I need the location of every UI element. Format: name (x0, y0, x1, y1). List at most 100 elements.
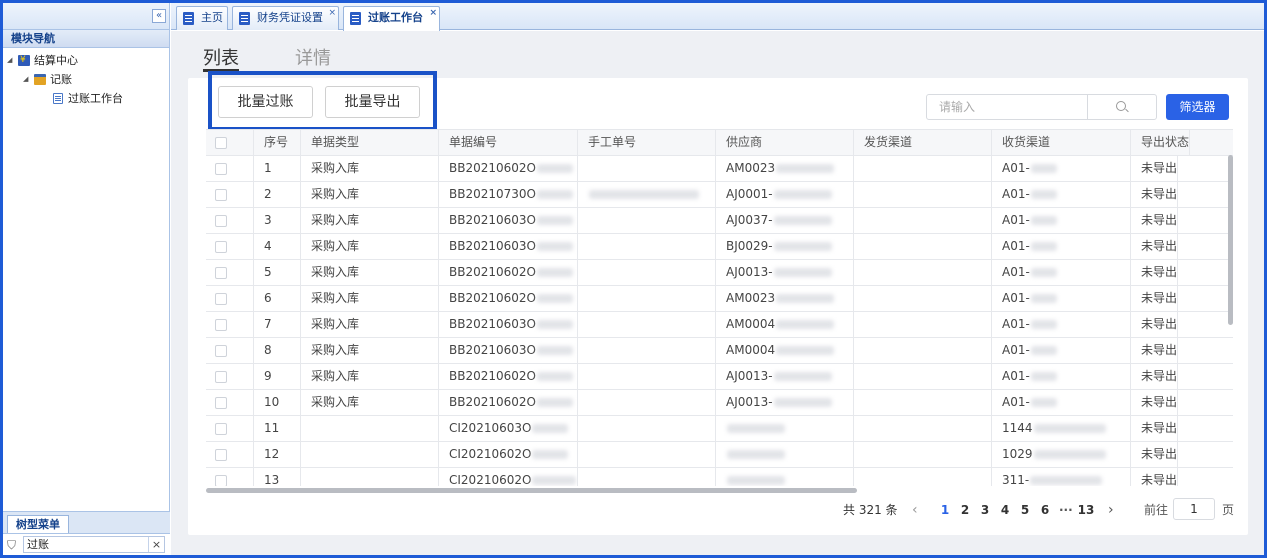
page-number[interactable]: 13 (1076, 500, 1096, 520)
filter-button[interactable]: 筛选器 (1166, 94, 1229, 120)
next-page-icon[interactable]: › (1108, 500, 1114, 520)
page-ellipsis[interactable]: ··· (1059, 500, 1073, 520)
table-row[interactable]: 11 CI20210603O 1144 未导出 (206, 416, 1233, 442)
tree-menu-tab[interactable]: 树型菜单 (7, 515, 69, 534)
cell-text: AJ0001- (726, 187, 773, 201)
document-icon (350, 12, 361, 25)
tab-voucher-settings[interactable]: 财务凭证设置 × (232, 6, 339, 30)
table-row[interactable]: 4 采购入库 BB20210603O BJ0029- A01- 未导出 (206, 234, 1233, 260)
tree-item-settlement-center[interactable]: ◢ 结算中心 (3, 51, 169, 70)
clear-filter-icon[interactable]: × (148, 537, 164, 552)
column-header[interactable]: 单据类型 (301, 130, 439, 156)
cell-text: A01- (1002, 369, 1030, 383)
row-checkbox[interactable] (215, 215, 227, 227)
cell-text: BB20210602O (449, 161, 536, 175)
document-icon (53, 93, 63, 104)
column-header[interactable]: 发货渠道 (854, 130, 992, 156)
search-input[interactable] (927, 95, 1087, 119)
tab-home[interactable]: 主页 (176, 6, 228, 30)
cell-text: 采购入库 (311, 291, 360, 305)
redacted-value (589, 190, 699, 199)
row-checkbox[interactable] (215, 293, 227, 305)
redacted-value (773, 190, 832, 199)
column-header[interactable]: 手工单号 (578, 130, 716, 156)
prev-page-icon[interactable]: ‹ (912, 500, 918, 520)
table-row[interactable]: 6 采购入库 BB20210602O AM0023 A01- 未导出 (206, 286, 1233, 312)
search-box (926, 94, 1157, 120)
row-checkbox[interactable] (215, 189, 227, 201)
redacted-value (1030, 190, 1057, 199)
tab-posting-workbench[interactable]: 过账工作台 × (343, 6, 440, 31)
cell-text: BB20210603O (449, 343, 536, 357)
tree-expand-icon[interactable]: ◢ (7, 51, 12, 70)
goto-page-input[interactable] (1173, 498, 1215, 520)
table-row[interactable]: 3 采购入库 BB20210603O AJ0037- A01- 未导出 (206, 208, 1233, 234)
redacted-value (537, 372, 573, 381)
table-row[interactable]: 2 采购入库 BB20210730O AJ0001- A01- 未导出 (206, 182, 1233, 208)
document-tab-strip: 主页 财务凭证设置 × 过账工作台 × (171, 3, 1264, 31)
table-row[interactable]: 5 采购入库 BB20210602O AJ0013- A01- 未导出 (206, 260, 1233, 286)
cell-text: 未导出 (1141, 265, 1178, 279)
page-number[interactable]: 5 (1018, 500, 1032, 520)
tree-item-bookkeeping[interactable]: ◢ 记账 (3, 70, 169, 89)
page-number[interactable]: 3 (978, 500, 992, 520)
table-row[interactable]: 7 采购入库 BB20210603O AM0004 A01- 未导出 (206, 312, 1233, 338)
cell-text: CI20210603O (449, 421, 532, 435)
row-checkbox[interactable] (215, 319, 227, 331)
search-icon[interactable] (1087, 95, 1156, 119)
page-number[interactable]: 2 (958, 500, 972, 520)
row-checkbox[interactable] (215, 163, 227, 175)
row-checkbox[interactable] (215, 475, 227, 486)
cell-supplier: AM0023 (716, 286, 854, 312)
cell-text: 采购入库 (311, 239, 360, 253)
table-row[interactable]: 1 采购入库 BB20210602O AM0023 A01- 未导出 (206, 156, 1233, 182)
redacted-value (727, 450, 785, 459)
tab-detail[interactable]: 详情 (295, 44, 331, 70)
cell-supplier: AJ0037- (716, 208, 854, 234)
column-header[interactable]: 供应商 (716, 130, 854, 156)
row-checkbox[interactable] (215, 423, 227, 435)
menu-filter-input[interactable]: 过账 × (23, 536, 165, 553)
cell-status: 未导出 (1131, 338, 1179, 364)
tab-list[interactable]: 列表 (203, 44, 239, 70)
column-header[interactable]: 序号 (254, 130, 301, 156)
tree-item-posting-workbench[interactable]: 过账工作台 (3, 89, 169, 108)
table-row[interactable]: 12 CI20210602O 1029 未导出 (206, 442, 1233, 468)
row-checkbox[interactable] (215, 371, 227, 383)
close-tab-icon[interactable]: × (429, 3, 437, 24)
redacted-value (1030, 346, 1057, 355)
table-row[interactable]: 8 采购入库 BB20210603O AM0004 A01- 未导出 (206, 338, 1233, 364)
cell-ship (854, 468, 992, 486)
cell-ship (854, 390, 992, 416)
row-checkbox[interactable] (215, 345, 227, 357)
cell-supplier: AM0004 (716, 312, 854, 338)
page-number[interactable]: 1 (938, 500, 952, 520)
table-row[interactable]: 10 采购入库 BB20210602O AJ0013- A01- 未导出 (206, 390, 1233, 416)
row-checkbox[interactable] (215, 397, 227, 409)
row-checkbox[interactable] (215, 449, 227, 461)
collapse-nav-button[interactable]: « (152, 9, 166, 23)
cell-recv: A01- (992, 182, 1131, 208)
cell-text: 采购入库 (311, 213, 360, 227)
settlement-icon (18, 51, 30, 70)
row-checkbox[interactable] (215, 241, 227, 253)
column-header[interactable]: 导出状态 (1131, 130, 1191, 156)
select-all-checkbox[interactable] (215, 137, 227, 149)
close-tab-icon[interactable]: × (328, 3, 336, 24)
row-checkbox[interactable] (215, 267, 227, 279)
column-header[interactable]: 单据编号 (439, 130, 578, 156)
page-number[interactable]: 6 (1038, 500, 1052, 520)
horizontal-scrollbar[interactable] (206, 488, 857, 493)
cell-text: A01- (1002, 395, 1030, 409)
tree-expand-icon[interactable]: ◢ (23, 70, 28, 89)
cell-manual (578, 338, 716, 364)
column-header[interactable]: 收货渠道 (992, 130, 1131, 156)
table-row[interactable]: 13 CI20210602O 311- 未导出 (206, 468, 1233, 486)
page-number[interactable]: 4 (998, 500, 1012, 520)
vertical-scrollbar[interactable] (1228, 155, 1233, 325)
cell-manual (578, 156, 716, 182)
cell-text: BB20210603O (449, 317, 536, 331)
table-row[interactable]: 9 采购入库 BB20210602O AJ0013- A01- 未导出 (206, 364, 1233, 390)
total-count: 共 321 条 (843, 503, 898, 517)
cell-text: 6 (264, 291, 272, 305)
